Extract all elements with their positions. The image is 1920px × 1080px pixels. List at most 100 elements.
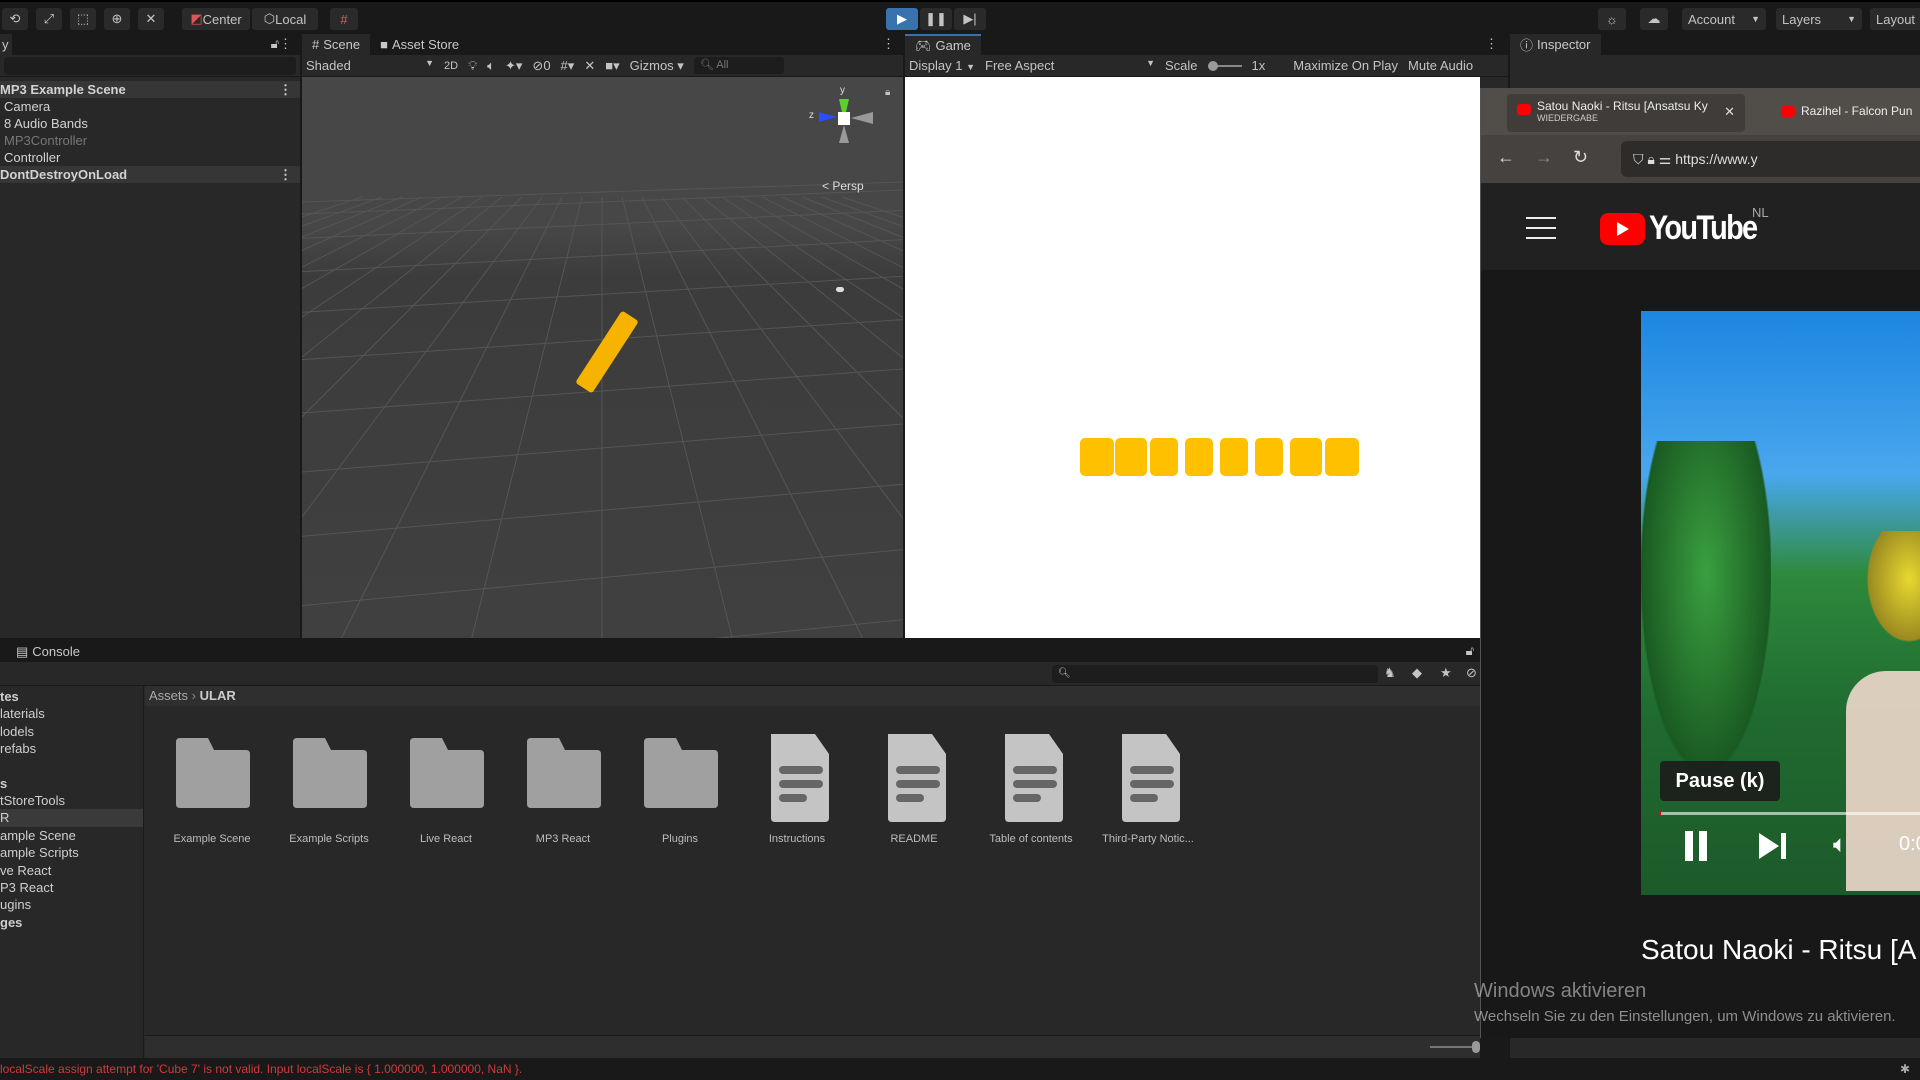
game-viewport[interactable] [905, 77, 1480, 638]
browser-tab[interactable]: Razihel - Falcon Pun [1781, 98, 1920, 126]
close-tab-icon[interactable]: ✕ [1724, 104, 1735, 120]
back-icon[interactable]: ← [1497, 147, 1515, 168]
project-tree-item[interactable]: ges [0, 914, 143, 931]
project-tree-item[interactable]: laterials [0, 705, 143, 722]
hierarchy-item[interactable]: Camera [0, 98, 300, 115]
asset-item[interactable]: Example Scene [157, 730, 267, 845]
breadcrumb-ular[interactable]: ULAR [200, 688, 236, 703]
more-icon[interactable]: ⋮ [1477, 33, 1508, 55]
hierarchy-item[interactable]: MP3 Example Scene ⋮ [0, 81, 300, 98]
scale-slider[interactable] [1207, 60, 1242, 71]
lock-icon[interactable]: 🔓︎ [1460, 640, 1480, 662]
asset-item[interactable]: README [859, 730, 969, 845]
project-tree-item[interactable]: ample Scripts [0, 844, 143, 861]
tab-scene[interactable]: # Scene [302, 34, 371, 55]
snap-icon[interactable]: # [330, 8, 358, 30]
asset-item[interactable]: Table of contents [976, 730, 1086, 845]
icon-size-slider[interactable] [1430, 1041, 1480, 1053]
tab-inspector[interactable]: ⓘ Inspector [1510, 34, 1601, 55]
asset-item[interactable]: MP3 React [508, 730, 618, 845]
next-icon[interactable] [1759, 833, 1779, 859]
hierarchy-item[interactable]: MP3Controller [0, 132, 300, 149]
hierarchy-item[interactable]: DontDestroyOnLoad ⋮ [0, 166, 300, 183]
tab-game[interactable]: 🎮︎ Game [905, 34, 981, 55]
star-icon[interactable]: ★ [1440, 665, 1452, 681]
scene-search-input[interactable]: 🔍︎ All [693, 57, 784, 74]
pivot-center-button[interactable]: ◩ Center [182, 8, 250, 30]
menu-icon[interactable] [1526, 217, 1556, 239]
account-dropdown[interactable]: Account ▼ [1682, 8, 1766, 30]
lighting-icon[interactable]: 💡︎ [468, 58, 477, 74]
orientation-gizmo[interactable]: y z 🔒︎ [805, 85, 890, 157]
aspect-dropdown[interactable]: Free Aspect ▼ [985, 58, 1155, 73]
rotate-tool-icon[interactable]: ⟲ [2, 8, 28, 30]
hierarchy-search-input[interactable] [4, 56, 296, 75]
debug-bug-icon[interactable]: ✱ [1900, 1058, 1910, 1080]
project-search-input[interactable]: 🔍︎ [1052, 665, 1378, 683]
video-progress-bar[interactable] [1660, 812, 1920, 815]
scale-tool-icon[interactable]: ⤢ [36, 8, 62, 30]
project-tree-item[interactable]: ve React [0, 862, 143, 879]
layers-dropdown[interactable]: Layers ▼ [1776, 8, 1862, 30]
cloud-icon[interactable]: ☁ [1640, 8, 1668, 30]
maximize-on-play-toggle[interactable]: Maximize On Play [1293, 58, 1398, 73]
project-tree-item[interactable]: s [0, 775, 143, 792]
project-tree-item[interactable]: refabs [0, 740, 143, 757]
project-tree-item[interactable]: tStoreTools [0, 792, 143, 809]
hierarchy-item[interactable]: 8 Audio Bands [0, 115, 300, 132]
shading-dropdown[interactable]: Shaded ▼ [306, 58, 434, 73]
asset-item[interactable]: Example Scripts [274, 730, 384, 845]
light-icon[interactable]: ☼ [1598, 8, 1626, 30]
youtube-logo-icon[interactable] [1600, 213, 1645, 245]
effects-icon[interactable]: ✦▾ [505, 58, 522, 74]
tools-icon[interactable]: ✕ [584, 58, 595, 74]
transform-tool-icon[interactable]: ⊕ [104, 8, 130, 30]
2d-toggle[interactable]: 2D [444, 60, 458, 72]
grid-snap-icon[interactable]: #▾ [561, 58, 575, 74]
project-tree-item[interactable]: R [0, 809, 143, 827]
asset-item[interactable]: Plugins [625, 730, 735, 845]
lock-icon[interactable]: 🔓︎⋮ [263, 33, 300, 55]
tab-asset-store[interactable]: ■ Asset Store [370, 34, 470, 55]
hierarchy-item[interactable]: Controller [0, 149, 300, 166]
project-tree-item[interactable]: P3 React [0, 879, 143, 896]
pause-icon[interactable] [1685, 831, 1693, 861]
pause-button[interactable]: ❚❚ [920, 8, 952, 30]
more-icon[interactable]: ⋮ [279, 166, 292, 183]
audio-icon[interactable]: 🔈︎ [487, 58, 495, 74]
project-tree-item[interactable]: ample Scene [0, 827, 143, 844]
lock-icon[interactable]: 🔒︎ [885, 87, 890, 98]
mute-audio-toggle[interactable]: Mute Audio [1408, 58, 1473, 73]
scene-viewport[interactable]: y z 🔒︎ < Persp [302, 77, 903, 638]
breadcrumb-assets[interactable]: Assets [149, 688, 188, 703]
asset-item[interactable]: Live React [391, 730, 501, 845]
camera-icon[interactable]: ■▾ [605, 58, 619, 74]
play-button[interactable]: ▶ [886, 8, 918, 30]
layout-dropdown[interactable]: Layout [1870, 8, 1920, 30]
filter-type-icon[interactable]: ♞ [1384, 665, 1396, 681]
asset-item[interactable]: Instructions [742, 730, 852, 845]
display-dropdown[interactable]: Display 1 ▼ [909, 58, 975, 73]
browser-tab-active[interactable]: Satou Naoki - Ritsu [Ansatsu Ky WIEDERGA… [1507, 94, 1745, 132]
asset-item[interactable]: Third-Party Notic... [1093, 730, 1203, 845]
label-icon[interactable]: ◆ [1412, 665, 1422, 681]
console-error-message[interactable]: localScale assign attempt for 'Cube 7' i… [0, 1062, 522, 1076]
reload-icon[interactable]: ↻ [1573, 147, 1588, 168]
volume-icon[interactable]: 🔈︎ [1833, 831, 1847, 859]
gizmos-dropdown[interactable]: Gizmos ▾ [630, 58, 684, 74]
video-player[interactable]: Pause (k) 🔈︎ 0:0 [1641, 311, 1920, 895]
project-tree-item[interactable]: ugins [0, 896, 143, 913]
custom-tool-icon[interactable]: ✕ [138, 8, 164, 30]
pivot-local-button[interactable]: ⬡ Local [252, 8, 318, 30]
project-tree-item[interactable]: tes [0, 688, 143, 705]
hidden-packages-icon[interactable]: ⊘ [1466, 665, 1477, 681]
rect-tool-icon[interactable]: ⬚ [70, 8, 96, 30]
perspective-toggle[interactable]: < Persp [822, 179, 864, 193]
forward-icon[interactable]: → [1535, 147, 1553, 168]
url-bar[interactable]: ⛉ 🔒︎ ⚌ https://www.y [1621, 141, 1920, 177]
step-button[interactable]: ▶| [954, 8, 986, 30]
hidden-objects-toggle[interactable]: ⊘0 [532, 58, 550, 74]
tab-hierarchy[interactable]: y [0, 34, 12, 55]
light-gizmo[interactable] [836, 287, 844, 292]
more-icon[interactable]: ⋮ [874, 33, 903, 55]
